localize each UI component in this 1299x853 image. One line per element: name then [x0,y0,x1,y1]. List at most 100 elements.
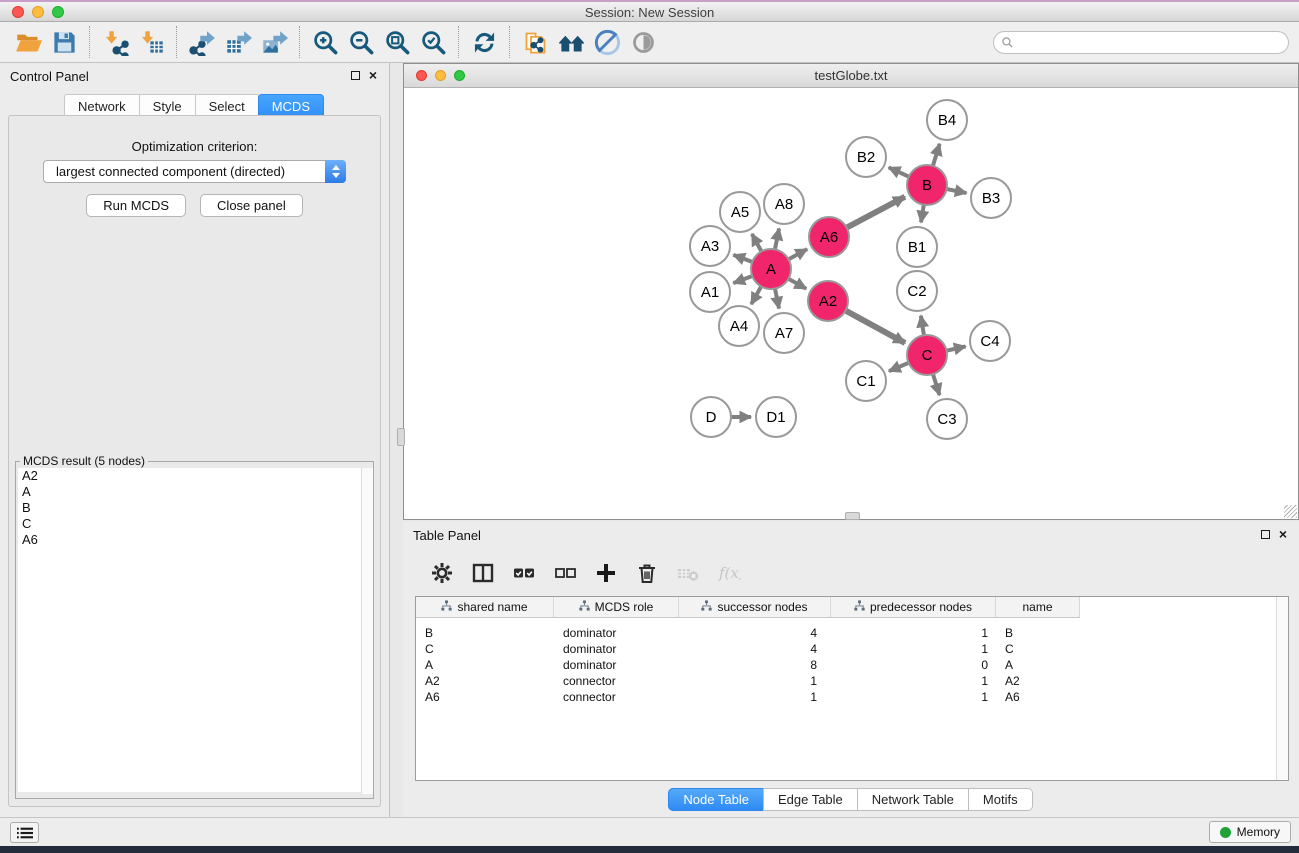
tab-node-table[interactable]: Node Table [668,788,764,811]
table-cell[interactable]: dominator [554,642,679,656]
table-row[interactable]: A2connector11A2 [416,673,1288,689]
table-panel-title: Table Panel [413,528,481,543]
run-mcds-button[interactable]: Run MCDS [86,194,186,217]
optimization-criterion-label: Optimization criterion: [9,139,380,154]
graph-node-label: B2 [857,149,875,166]
main-toolbar [0,22,1299,63]
task-history-button[interactable] [10,822,39,843]
table-cell[interactable]: C [996,642,1080,656]
table-cell[interactable]: A6 [416,690,554,704]
columns-icon[interactable] [470,560,496,586]
save-session-icon[interactable] [46,25,82,59]
close-panel-icon[interactable]: × [1279,529,1287,539]
table-cell[interactable]: 1 [831,674,996,688]
table-panel: Table Panel × f(x) shared nameMCDS roles… [403,522,1299,817]
tab-network-table[interactable]: Network Table [857,788,969,811]
table-cell[interactable]: A2 [996,674,1080,688]
table-row[interactable]: Adominator80A [416,657,1288,673]
table-cell[interactable]: 1 [831,690,996,704]
tab-edge-table[interactable]: Edge Table [763,788,858,811]
graph-node-label: A3 [701,238,719,255]
birds-eye-view-icon[interactable] [625,25,661,59]
add-column-icon[interactable] [593,560,619,586]
table-cell[interactable]: dominator [554,626,679,640]
hide-all-columns-icon[interactable] [552,560,578,586]
zoom-out-icon[interactable] [343,25,379,59]
table-cell[interactable]: B [416,626,554,640]
export-table-icon[interactable] [220,25,256,59]
mcds-result-list[interactable]: A2ABCA6 [18,468,371,792]
mcds-result-item[interactable]: B [18,500,371,516]
table-cell[interactable]: 4 [679,626,831,640]
graph-node-label: D1 [766,409,785,426]
table-cell[interactable]: A2 [416,674,554,688]
column-header-shared-name[interactable]: shared name [416,597,554,618]
mcds-result-item[interactable]: A2 [18,468,371,484]
open-file-icon[interactable] [10,25,46,59]
toolbar-separator [299,26,300,58]
gear-icon[interactable] [429,560,455,586]
graph-node-label: B [922,177,932,194]
float-panel-icon[interactable] [1261,530,1270,539]
table-cell[interactable]: 4 [679,642,831,656]
duplicate-network-icon[interactable] [517,25,553,59]
criterion-select[interactable]: largest connected component (directed) [43,160,346,183]
table-cell[interactable]: 8 [679,658,831,672]
table-cell[interactable]: C [416,642,554,656]
zoom-in-icon[interactable] [307,25,343,59]
table-cell[interactable]: A6 [996,690,1080,704]
table-scrollbar[interactable] [1276,597,1288,780]
table-panel-window-controls: × [1261,529,1287,539]
search-text[interactable] [1018,34,1288,52]
table-cell[interactable]: A [416,658,554,672]
table-cell[interactable]: B [996,626,1080,640]
table-toolbar: f(x) [415,552,1289,594]
float-panel-icon[interactable] [351,71,360,80]
delete-column-icon[interactable] [634,560,660,586]
column-header-name[interactable]: name [996,597,1080,618]
table-row[interactable]: Cdominator41C [416,641,1288,657]
memory-button[interactable]: Memory [1209,821,1291,843]
close-panel-button[interactable]: Close panel [200,194,303,217]
column-header-successor-nodes[interactable]: successor nodes [679,597,831,618]
import-network-icon[interactable] [97,25,133,59]
attribute-tree-icon [854,600,865,614]
refresh-icon[interactable] [466,25,502,59]
attribute-tree-icon [579,600,590,614]
show-all-columns-icon[interactable] [511,560,537,586]
table-cell[interactable]: A [996,658,1080,672]
export-network-icon[interactable] [184,25,220,59]
table-row[interactable]: Bdominator41B [416,625,1288,641]
graph-node-label: D [706,409,717,426]
import-table-icon[interactable] [133,25,169,59]
column-header-predecessor-nodes[interactable]: predecessor nodes [831,597,996,618]
divider-grip[interactable] [397,428,405,446]
houses-icon[interactable] [553,25,589,59]
column-header-mcds-role[interactable]: MCDS role [554,597,679,618]
graph-node-label: A8 [775,196,793,213]
table-cell[interactable]: dominator [554,658,679,672]
table-row[interactable]: A6connector11A6 [416,689,1288,705]
resize-grip-icon[interactable] [1284,505,1297,518]
export-image-icon[interactable] [256,25,292,59]
mcds-result-item[interactable]: C [18,516,371,532]
table-cell[interactable]: connector [554,690,679,704]
network-canvas[interactable]: AA1A2A3A4A5A6A7A8BB1B2B3B4CC1C2C3C4DD1 [404,88,1298,519]
mcds-result-item[interactable]: A [18,484,371,500]
tab-motifs[interactable]: Motifs [968,788,1033,811]
mcds-result-item[interactable]: A6 [18,532,371,548]
table-tabs: Node TableEdge TableNetwork TableMotifs [403,788,1299,811]
table-cell[interactable]: 1 [831,626,996,640]
zoom-fit-icon[interactable] [379,25,415,59]
hide-graphics-details-icon[interactable] [589,25,625,59]
table-cell[interactable]: connector [554,674,679,688]
table-cell[interactable]: 1 [831,642,996,656]
close-panel-icon[interactable]: × [369,70,377,80]
search-input[interactable] [993,31,1289,54]
divider-grip[interactable] [845,512,860,520]
table-cell[interactable]: 1 [679,690,831,704]
table-cell[interactable]: 0 [831,658,996,672]
zoom-selected-icon[interactable] [415,25,451,59]
result-list-scrollbar[interactable] [361,468,373,794]
table-cell[interactable]: 1 [679,674,831,688]
